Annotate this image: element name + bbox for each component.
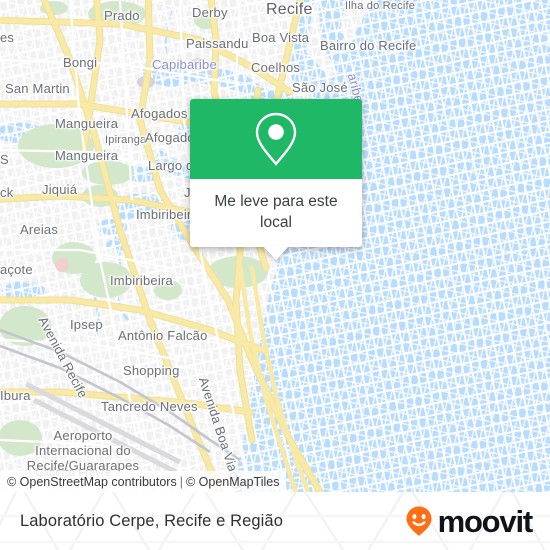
map-label: Paissandu bbox=[186, 36, 249, 51]
map-label: Derby bbox=[192, 5, 228, 20]
map-label: Jiquiá bbox=[42, 182, 78, 197]
map-label: açote bbox=[0, 262, 33, 277]
map-pin-icon bbox=[255, 112, 297, 166]
map-label: Boa Vista bbox=[252, 30, 310, 45]
map-road-label: Capibaribe bbox=[152, 57, 217, 72]
map-label: Tancredo Neves bbox=[101, 399, 198, 414]
map-label: São José bbox=[292, 80, 348, 95]
map-label-multiline: Aeroporto Internacional do Recife/Guarar… bbox=[26, 428, 140, 473]
map-label: ck bbox=[0, 185, 14, 200]
moovit-wordmark: moovit bbox=[437, 503, 534, 539]
map-label: Afogados bbox=[131, 106, 188, 121]
map-label: Antônio Falcão bbox=[118, 328, 208, 343]
footer-bar: Laboratório Cerpe, Recife e Região moovi… bbox=[0, 492, 550, 550]
popup-label: Me leve para este local bbox=[190, 179, 362, 247]
map-label: Recife bbox=[266, 1, 313, 18]
map-attribution[interactable]: © OpenStreetMap contributors | © OpenMap… bbox=[0, 471, 287, 492]
attribution-maptiles[interactable]: © OpenMapTiles bbox=[186, 475, 280, 489]
place-title: Laboratório Cerpe, Recife e Região bbox=[20, 511, 283, 530]
attribution-osm[interactable]: © OpenStreetMap contributors bbox=[7, 475, 177, 489]
popup-icon-area bbox=[190, 99, 362, 179]
map-label: Ipsep bbox=[70, 317, 103, 332]
popup-pointer-tail bbox=[263, 246, 289, 260]
moovit-map-screen: Prado Derby Recife Ilha do Recife Paissandu B… bbox=[0, 0, 550, 550]
map-label: S bbox=[0, 152, 9, 167]
destination-popup[interactable]: Me leve para este local bbox=[190, 99, 362, 260]
map-label: Ipiranga bbox=[105, 134, 147, 146]
attribution-separator: | bbox=[179, 474, 183, 489]
map-label: Ilha do Recife bbox=[345, 0, 416, 12]
map-label: Bongi bbox=[63, 55, 98, 70]
map-label: Shopping bbox=[123, 363, 180, 378]
map-label: Areias bbox=[20, 222, 59, 237]
map-label: Mangueira bbox=[55, 116, 119, 131]
map-label: Imbiribeira bbox=[110, 273, 173, 288]
map-label: Mangueira bbox=[55, 148, 119, 163]
map-label: Prado bbox=[104, 8, 140, 23]
map-label: Bairro do Recife bbox=[320, 38, 417, 53]
map-label: San Martin bbox=[5, 81, 70, 96]
map-label: Ibura bbox=[0, 388, 31, 403]
moovit-logo[interactable]: moovit bbox=[404, 492, 534, 550]
map-canvas[interactable]: Prado Derby Recife Ilha do Recife Paissandu B… bbox=[0, 0, 550, 492]
map-label: es bbox=[0, 30, 15, 45]
moovit-pin-smiley-icon bbox=[406, 506, 432, 536]
map-label: Coelhos bbox=[251, 60, 301, 75]
